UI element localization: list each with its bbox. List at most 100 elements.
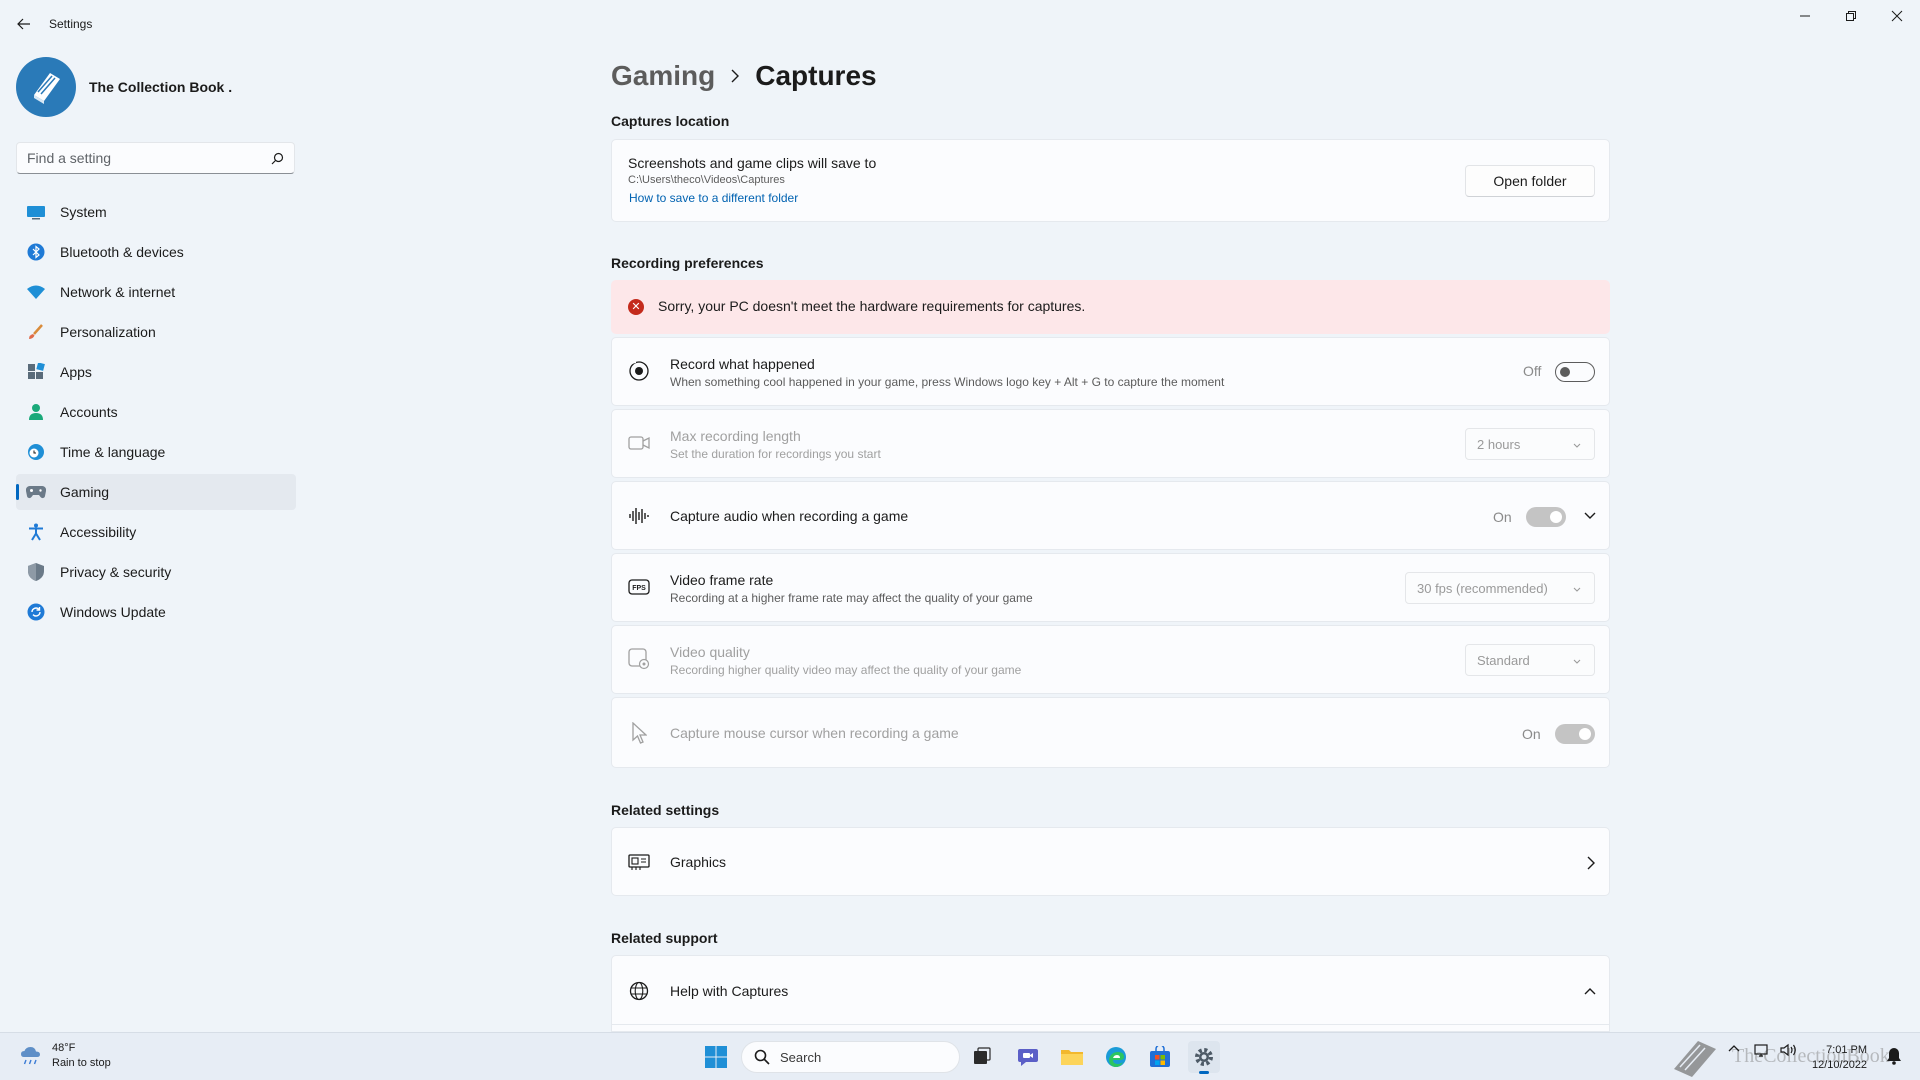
network-tray-icon[interactable] (1754, 1043, 1772, 1060)
search-input[interactable] (17, 143, 257, 173)
sidebar-item-time-language[interactable]: Time & language (16, 434, 296, 470)
file-explorer-button[interactable] (1056, 1041, 1088, 1073)
close-icon (1891, 10, 1903, 22)
sidebar-item-bluetooth[interactable]: Bluetooth & devices (16, 234, 296, 270)
graphics-link-card[interactable]: Graphics (611, 827, 1610, 896)
brush-icon (26, 322, 46, 342)
error-icon: ✕ (628, 299, 644, 315)
close-button[interactable] (1874, 0, 1920, 32)
sidebar-item-label: Network & internet (60, 284, 176, 300)
sidebar-item-windows-update[interactable]: Windows Update (16, 594, 296, 630)
breadcrumb-parent[interactable]: Gaming (611, 60, 715, 92)
different-folder-link[interactable]: How to save to a different folder (629, 191, 798, 205)
search-icon[interactable] (271, 152, 284, 165)
chevron-up-icon[interactable] (1584, 986, 1596, 996)
video-quality-dropdown[interactable]: Standard (1465, 644, 1595, 676)
video-quality-icon (628, 648, 650, 670)
show-hidden-icons-button[interactable] (1728, 1043, 1740, 1056)
user-profile[interactable]: The Collection Book . (16, 57, 232, 117)
record-what-happened-desc: When something cool happened in your gam… (670, 375, 1225, 389)
sidebar-item-system[interactable]: System (16, 194, 296, 230)
title-bar: Settings (0, 0, 1920, 48)
active-app-indicator (1199, 1071, 1209, 1074)
taskbar-search[interactable]: Search (741, 1041, 960, 1073)
section-recording-preferences: Recording preferences (611, 255, 764, 271)
settings-search[interactable] (16, 142, 295, 174)
hardware-error-banner: ✕ Sorry, your PC doesn't meet the hardwa… (611, 280, 1610, 334)
record-what-happened-toggle[interactable] (1555, 362, 1595, 382)
task-view-button[interactable] (966, 1041, 998, 1073)
captures-location-title: Screenshots and game clips will save to (628, 155, 877, 171)
capture-audio-toggle[interactable] (1526, 507, 1566, 527)
settings-app-button[interactable] (1188, 1041, 1220, 1074)
capture-mouse-cursor-title: Capture mouse cursor when recording a ga… (670, 725, 959, 741)
sidebar-item-label: Apps (60, 364, 92, 380)
sidebar-item-label: Accounts (60, 404, 118, 420)
sidebar-item-network[interactable]: Network & internet (16, 274, 296, 310)
globe-icon (628, 980, 650, 1002)
weather-text: 48°F Rain to stop (52, 1041, 111, 1071)
minimize-icon (1800, 15, 1810, 17)
taskbar: 48°F Rain to stop Search TheCollectionBo… (0, 1032, 1920, 1080)
page-title: Captures (755, 60, 877, 91)
weather-widget[interactable]: 48°F Rain to stop (18, 1041, 111, 1071)
toggle-state-label: On (1493, 509, 1512, 525)
minimize-button[interactable] (1782, 0, 1828, 32)
store-icon (1150, 1046, 1170, 1067)
book-icon (34, 73, 60, 104)
sidebar-item-label: Windows Update (60, 604, 166, 620)
sidebar-item-label: Accessibility (60, 524, 137, 540)
capture-mouse-cursor-toggle[interactable] (1555, 724, 1595, 744)
record-what-happened-title: Record what happened (670, 356, 815, 372)
graphics-card-icon (628, 851, 650, 873)
globe-clock-icon (26, 442, 46, 462)
sidebar-item-label: Bluetooth & devices (60, 244, 184, 260)
toggle-state-label: On (1522, 726, 1541, 742)
open-folder-button[interactable]: Open folder (1465, 165, 1595, 197)
sidebar-item-personalization[interactable]: Personalization (16, 314, 296, 350)
sidebar-item-gaming[interactable]: Gaming (16, 474, 296, 510)
record-icon (628, 360, 650, 382)
captures-location-card: Screenshots and game clips will save to … (611, 139, 1610, 222)
clock[interactable]: 7:01 PM 12/10/2022 (1812, 1043, 1867, 1073)
chevron-right-icon (731, 69, 740, 83)
sidebar-nav: System Bluetooth & devices Network & int… (16, 194, 296, 634)
clock-date: 12/10/2022 (1812, 1059, 1868, 1071)
network-icon (1754, 1044, 1768, 1057)
sidebar-item-privacy[interactable]: Privacy & security (16, 554, 296, 590)
start-button[interactable] (700, 1041, 732, 1073)
toggle-state-label: Off (1523, 363, 1542, 379)
volume-tray-icon[interactable] (1780, 1043, 1798, 1060)
search-icon (754, 1049, 770, 1065)
back-arrow-icon[interactable] (14, 14, 34, 34)
help-with-captures-card[interactable]: Help with Captures (611, 955, 1610, 1032)
chevron-down-icon (1573, 587, 1581, 592)
sidebar-item-accounts[interactable]: Accounts (16, 394, 296, 430)
mouse-pointer-icon (628, 722, 650, 744)
svg-text:FPS: FPS (632, 585, 646, 592)
video-quality-card: Video quality Recording higher quality v… (611, 625, 1610, 694)
sidebar-item-accessibility[interactable]: Accessibility (16, 514, 296, 550)
edge-browser-button[interactable] (1100, 1041, 1132, 1073)
gear-icon (1195, 1048, 1213, 1066)
sidebar-item-label: Gaming (60, 484, 110, 500)
chevron-down-icon[interactable] (1584, 511, 1596, 521)
restore-button[interactable] (1828, 0, 1874, 32)
clock-time: 7:01 PM (1826, 1044, 1868, 1056)
weather-temp: 48°F (52, 1042, 76, 1054)
video-quality-desc: Recording higher quality video may affec… (670, 663, 1022, 677)
sidebar-item-label: Personalization (60, 324, 156, 340)
sidebar-item-apps[interactable]: Apps (16, 354, 296, 390)
teams-chat-button[interactable] (1012, 1041, 1044, 1073)
controller-icon (26, 482, 46, 502)
video-quality-title: Video quality (670, 644, 750, 660)
notifications-button[interactable] (1886, 1047, 1902, 1068)
folder-icon (1061, 1050, 1083, 1065)
apps-icon (26, 362, 46, 382)
microsoft-store-button[interactable] (1144, 1041, 1176, 1073)
max-recording-length-dropdown[interactable]: 2 hours (1465, 428, 1595, 460)
shield-icon (26, 562, 46, 582)
capture-audio-card[interactable]: Capture audio when recording a game On (611, 481, 1610, 550)
sidebar-item-label: Privacy & security (60, 564, 172, 580)
video-frame-rate-dropdown[interactable]: 30 fps (recommended) (1405, 572, 1595, 604)
